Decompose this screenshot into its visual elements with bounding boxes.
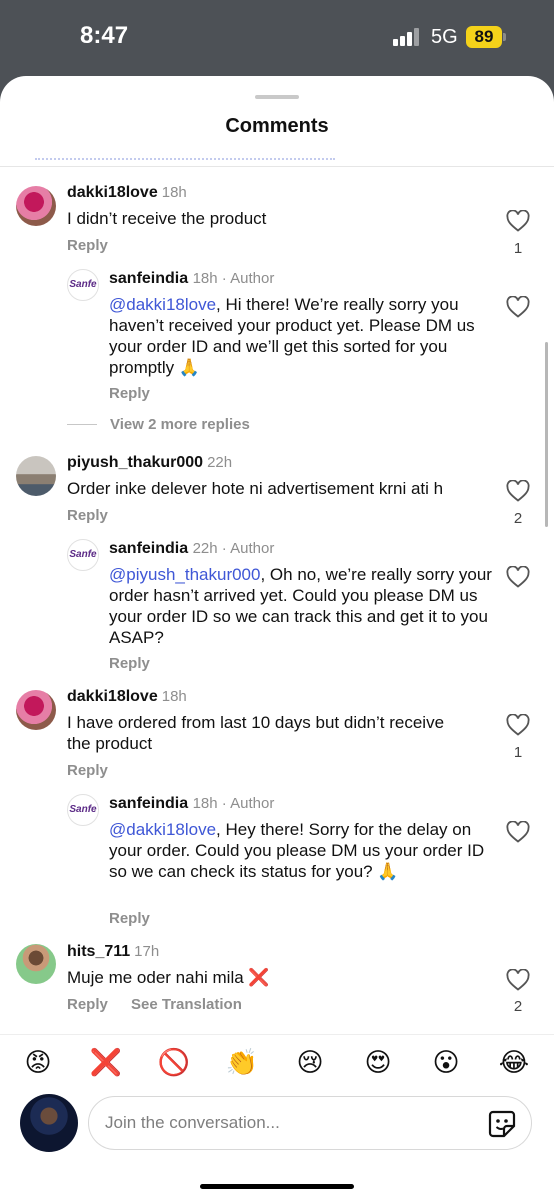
avatar[interactable]: Sanfe [67,269,99,301]
reply-button[interactable]: Reply [67,507,108,524]
like-count: 1 [513,744,523,761]
avatar[interactable] [16,690,56,730]
heart-icon[interactable] [506,296,530,318]
emoji-laughing[interactable]: 😂 [497,1045,531,1079]
emoji-heart-eyes[interactable]: 😍 [361,1045,395,1079]
reply-header: sanfeindia 22h · Author [109,540,274,558]
comment-header: dakki18love 18h [67,184,187,202]
reply-button[interactable]: Reply [109,385,150,402]
comment-text: Muje me oder nahi mila ❌ [67,968,270,987]
comment-text: I have ordered from last 10 days but did… [67,713,445,753]
comments-sheet: Comments dakki18love 18h I didn’t receive… [0,76,554,1200]
comment-text: Order inke delever hote ni advertisement… [67,479,444,498]
sticker-icon[interactable] [487,1109,517,1139]
avatar[interactable] [16,186,56,226]
avatar[interactable] [16,456,56,496]
mention-link[interactable]: @dakki18love [109,820,216,839]
avatar[interactable]: Sanfe [67,539,99,571]
current-user-avatar [20,1094,78,1152]
view-more-replies-button[interactable]: View 2 more replies [110,416,250,433]
scrollbar[interactable] [545,342,548,527]
like-count: 2 [513,998,523,1015]
signal-icon [393,28,419,46]
comment-time: 17h [134,943,160,960]
comment-username[interactable]: dakki18love [67,688,158,705]
heart-icon[interactable] [506,480,530,502]
reply-button[interactable]: Reply [67,762,108,779]
emoji-cross[interactable]: ❌ [89,1045,123,1079]
reply-header: sanfeindia 18h · Author [109,270,274,288]
mention-link[interactable]: @dakki18love [109,295,216,314]
sanfe-logo: Sanfe [69,549,97,560]
header-divider [0,166,554,167]
emoji-surprised[interactable]: 😮 [429,1045,463,1079]
comment-time: 18h [161,184,187,201]
comment-header: piyush_thakur000 22h [67,454,232,472]
reply-meta: 18h · Author [192,270,275,287]
emoji-crying[interactable]: 😢 [293,1045,327,1079]
reply-button[interactable]: Reply [67,237,108,254]
reply-text: @piyush_thakur000, Oh no, we’re really s… [109,564,499,648]
status-time: 8:47 [80,22,129,49]
sheet-grabber[interactable] [255,95,299,99]
see-translation-button[interactable]: See Translation [131,996,242,1013]
comment-time: 22h [207,454,233,471]
comment-input[interactable]: Join the conversation... [88,1096,532,1150]
status-bar: 8:47 5G 89 [0,0,554,75]
emoji-reaction-bar: 😡 ❌ 🚫 👏 😢 😍 😮 😂 [0,1034,554,1090]
heart-icon[interactable] [506,821,530,843]
heart-icon[interactable] [506,969,530,991]
reply-username[interactable]: sanfeindia [109,795,188,812]
avatar[interactable]: Sanfe [67,794,99,826]
sanfe-logo: Sanfe [69,804,97,815]
comment-header: dakki18love 18h [67,688,187,706]
comment-username[interactable]: hits_711 [67,943,130,960]
reply-meta: 18h · Author [192,795,275,812]
heart-icon[interactable] [506,714,530,736]
heart-icon[interactable] [506,566,530,588]
reply-text: @dakki18love, Hi there! We’re really sor… [109,294,499,378]
comment-header: hits_711 17h [67,943,159,961]
like-count: 1 [513,240,523,257]
network-label: 5G [431,26,458,48]
reply-header: sanfeindia 18h · Author [109,795,274,813]
comment-text: I didn’t receive the product [67,209,267,228]
heart-icon[interactable] [506,210,530,232]
reply-button[interactable]: Reply [109,655,150,672]
battery-icon: 89 [466,26,502,48]
reply-text: @dakki18love, Hey there! Sorry for the d… [109,819,494,882]
sanfe-logo: Sanfe [69,279,97,290]
comment-time: 18h [161,688,187,705]
reply-button[interactable]: Reply [109,910,150,927]
battery-tip [503,33,506,41]
avatar[interactable] [16,944,56,984]
comment-username[interactable]: piyush_thakur000 [67,454,203,471]
reply-username[interactable]: sanfeindia [109,540,188,557]
reply-username[interactable]: sanfeindia [109,270,188,287]
comment-username[interactable]: dakki18love [67,184,158,201]
emoji-prohibited[interactable]: 🚫 [157,1045,191,1079]
mention-link[interactable]: @piyush_thakur000 [109,565,260,584]
reply-button[interactable]: Reply [67,996,108,1013]
view-more-divider [67,424,97,425]
emoji-clap[interactable]: 👏 [225,1045,259,1079]
like-count: 2 [513,510,523,527]
comment-input-placeholder: Join the conversation... [105,1113,280,1132]
clipped-comment-remnant [35,158,335,164]
sheet-title: Comments [225,115,329,137]
home-indicator [200,1184,354,1189]
reply-meta: 22h · Author [192,540,275,557]
emoji-angry[interactable]: 😡 [21,1045,55,1079]
